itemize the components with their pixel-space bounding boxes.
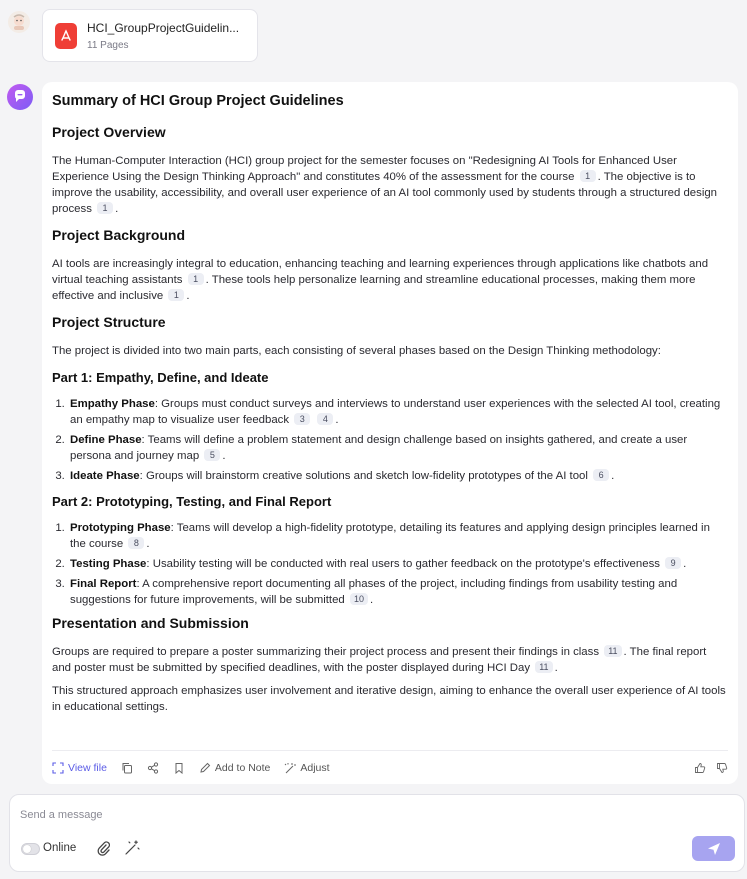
citation-badge[interactable]: 11 xyxy=(604,645,622,657)
list-item: Empathy Phase: Groups must conduct surve… xyxy=(68,396,728,428)
section-heading-structure: Project Structure xyxy=(52,314,166,330)
bookmark-icon xyxy=(175,762,183,774)
part1-list: Empathy Phase: Groups must conduct surve… xyxy=(52,396,728,484)
presentation-text-a: Groups are required to prepare a poster … xyxy=(52,646,600,658)
phase-term: Define Phase xyxy=(70,434,142,446)
phase-text-end: . xyxy=(335,414,339,426)
share-button[interactable] xyxy=(147,761,159,774)
citation-badge[interactable]: 1 xyxy=(187,273,204,285)
view-file-button[interactable]: View file xyxy=(52,762,107,774)
section-heading-presentation: Presentation and Submission xyxy=(52,615,249,631)
copy-icon xyxy=(122,762,132,773)
thumbs-up-button[interactable] xyxy=(694,762,706,774)
answer-title: Summary of HCI Group Project Guidelines xyxy=(52,93,344,109)
add-to-note-label: Add to Note xyxy=(214,761,271,774)
send-button[interactable] xyxy=(692,836,735,861)
part1-heading: Part 1: Empathy, Define, and Ideate xyxy=(52,370,269,385)
magic-wand-icon[interactable] xyxy=(124,840,140,856)
list-item: Prototyping Phase: Teams will develop a … xyxy=(68,520,728,552)
phase-term: Testing Phase xyxy=(70,558,147,570)
view-file-label: View file xyxy=(68,761,107,774)
phase-text-end: . xyxy=(611,470,615,482)
phase-term: Ideate Phase xyxy=(70,470,140,482)
citation-badge[interactable]: 1 xyxy=(168,289,185,301)
online-label: Online xyxy=(43,842,77,854)
bookmark-button[interactable] xyxy=(173,762,185,774)
background-paragraph: AI tools are increasingly integral to ed… xyxy=(52,256,728,304)
thumbs-up-icon xyxy=(695,762,706,773)
magic-wand-icon xyxy=(285,762,297,773)
citation-badge[interactable]: 5 xyxy=(204,449,221,461)
phase-text: : Groups must conduct surveys and interv… xyxy=(70,398,721,426)
list-item: Define Phase: Teams will define a proble… xyxy=(68,432,728,464)
pdf-icon xyxy=(55,22,77,49)
phase-term: Final Report xyxy=(70,578,137,590)
phase-text-end: . xyxy=(683,558,687,570)
closing-paragraph: This structured approach emphasizes user… xyxy=(52,685,726,713)
list-item: Final Report: A comprehensive report doc… xyxy=(68,576,728,608)
add-to-note-button[interactable]: Add to Note xyxy=(199,762,270,774)
answer-action-bar: View file Add to Note Adjust xyxy=(52,750,728,784)
phase-text: : A comprehensive report documenting all… xyxy=(70,578,678,606)
message-input[interactable] xyxy=(20,809,620,821)
online-toggle[interactable] xyxy=(21,843,40,855)
section-heading-background: Project Background xyxy=(52,227,186,243)
phase-text: : Groups will brainstorm creative soluti… xyxy=(139,470,588,482)
thumbs-down-icon xyxy=(717,762,728,773)
assistant-answer: Summary of HCI Group Project Guidelines … xyxy=(42,82,738,784)
chat-bubble-icon xyxy=(14,90,25,102)
phase-text: : Usability testing will be conducted wi… xyxy=(146,558,660,570)
citation-badge[interactable]: 11 xyxy=(535,661,553,673)
paperclip-icon[interactable] xyxy=(96,840,110,856)
phase-term: Prototyping Phase xyxy=(70,522,171,534)
phase-term: Empathy Phase xyxy=(70,398,155,410)
pencil-icon xyxy=(200,762,211,773)
citation-badge[interactable]: 1 xyxy=(579,170,596,182)
overview-paragraph: The Human-Computer Interaction (HCI) gro… xyxy=(52,153,728,217)
presentation-text-end: . xyxy=(554,662,558,674)
phase-text: : Teams will define a problem statement … xyxy=(70,434,688,462)
citation-badge[interactable]: 8 xyxy=(128,537,145,549)
citation-badge[interactable]: 6 xyxy=(593,469,610,481)
part2-list: Prototyping Phase: Teams will develop a … xyxy=(52,520,728,608)
attachment-file-name: HCI_GroupProjectGuidelin... xyxy=(87,20,240,35)
user-avatar xyxy=(8,11,30,33)
share-icon xyxy=(147,761,159,774)
citation-badge[interactable]: 3 xyxy=(294,413,311,425)
attachment-page-count: 11 Pages xyxy=(87,39,129,51)
phase-text-end: . xyxy=(146,538,150,550)
citation-badge[interactable]: 10 xyxy=(349,593,368,605)
phase-text-end: . xyxy=(222,450,226,462)
overview-text-end: . xyxy=(115,203,119,215)
list-item: Testing Phase: Usability testing will be… xyxy=(68,556,728,572)
phase-text-end: . xyxy=(369,594,374,606)
expand-icon xyxy=(52,761,64,774)
background-text-end: . xyxy=(186,290,190,302)
part2-heading: Part 2: Prototyping, Testing, and Final … xyxy=(52,494,332,509)
user-avatar-icon xyxy=(13,14,25,30)
attachment-card[interactable]: HCI_GroupProjectGuidelin... 11 Pages xyxy=(42,9,258,62)
thumbs-down-button[interactable] xyxy=(716,762,728,774)
message-composer: Online xyxy=(9,794,745,872)
presentation-paragraph: Groups are required to prepare a poster … xyxy=(52,644,728,676)
send-icon xyxy=(707,842,720,855)
section-heading-overview: Project Overview xyxy=(52,124,166,140)
copy-button[interactable] xyxy=(121,762,133,774)
assistant-avatar xyxy=(7,84,33,110)
citation-badge[interactable]: 4 xyxy=(317,413,334,425)
citation-badge[interactable]: 9 xyxy=(665,557,682,569)
list-item: Ideate Phase: Groups will brainstorm cre… xyxy=(68,468,728,484)
adjust-button[interactable]: Adjust xyxy=(284,761,330,774)
structure-intro: The project is divided into two main par… xyxy=(52,345,661,357)
citation-badge[interactable]: 1 xyxy=(97,202,114,214)
adjust-label: Adjust xyxy=(300,761,330,774)
